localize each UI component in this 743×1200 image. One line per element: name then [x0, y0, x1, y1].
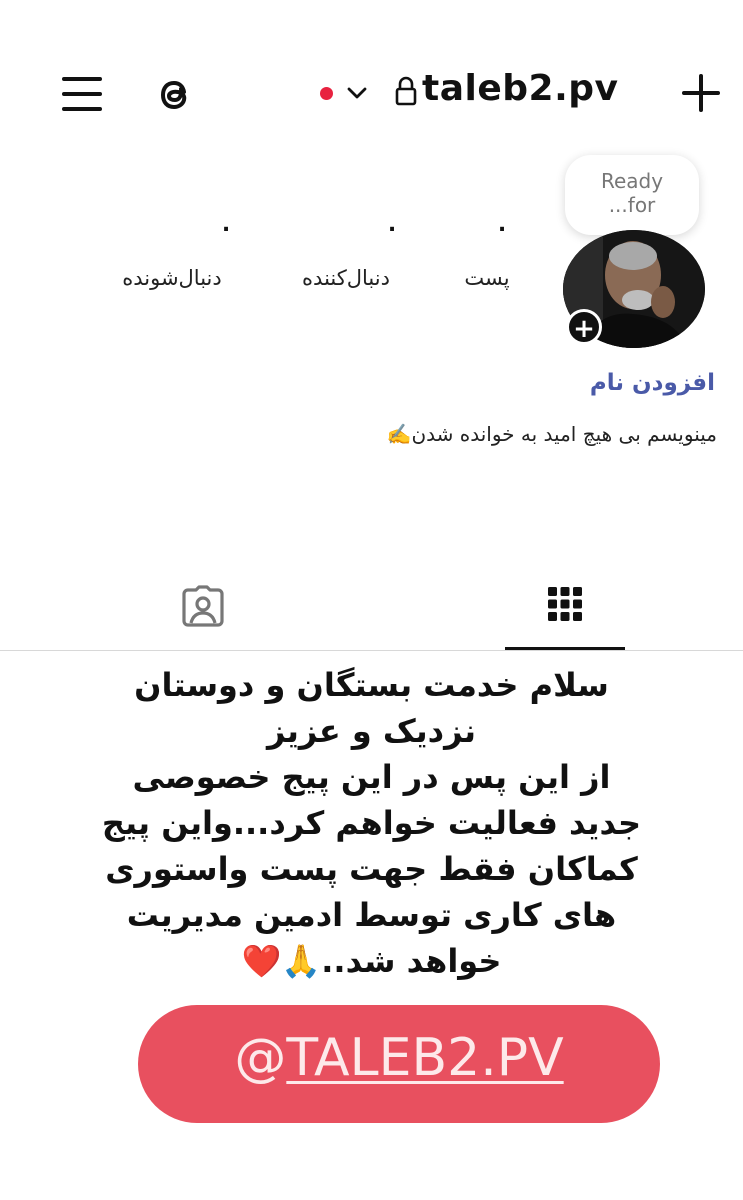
story-line: نزدیک و عزیز: [267, 712, 476, 750]
note-line-2: ...for: [608, 193, 656, 217]
following-label[interactable]: دنبال‌شونده: [108, 266, 236, 290]
lock-icon: [395, 74, 417, 108]
posts-count: .: [497, 212, 507, 237]
threads-icon[interactable]: [150, 70, 200, 120]
tagged-photos-icon[interactable]: [180, 585, 226, 627]
tab-divider: [0, 650, 743, 651]
followers-label[interactable]: دنبال‌کننده: [286, 266, 406, 290]
grid-icon[interactable]: [547, 586, 583, 622]
story-line: خواهد شد..🙏❤️: [241, 942, 502, 980]
story-line: سلام خدمت بستگان و دوستان: [134, 666, 609, 704]
link-handle: TALEB2.PV: [286, 1028, 564, 1088]
profile-bio: مینویسم بی هیچ امید به خوانده شدن✍️: [386, 422, 717, 446]
story-line: جدید فعالیت خواهم کرد...واین پیج: [101, 804, 642, 842]
note-bubble[interactable]: Ready ...for: [565, 155, 699, 235]
add-story-button[interactable]: +: [566, 309, 602, 345]
add-name-link[interactable]: افزودن نام: [590, 370, 715, 396]
account-username[interactable]: taleb2.pv: [422, 68, 619, 109]
plus-icon[interactable]: [680, 72, 722, 114]
story-line: از این پس در این پیج خصوصی: [132, 758, 611, 796]
menu-icon[interactable]: [62, 74, 104, 114]
story-line: کماکان فقط جهت پست واستوری: [105, 850, 638, 888]
posts-label[interactable]: پست: [455, 266, 519, 290]
active-tab-indicator: [505, 647, 625, 650]
followers-count: .: [387, 212, 397, 237]
story-text: سلام خدمت بستگان و دوستان نزدیک و عزیز ا…: [70, 662, 673, 984]
note-line-1: Ready: [600, 169, 664, 193]
story-line: های کاری توسط ادمین مدیریت: [126, 896, 617, 934]
link-sticker-text[interactable]: @TALEB2.PV: [138, 1028, 660, 1088]
chevron-down-icon[interactable]: [344, 80, 370, 106]
status-dot: [320, 87, 333, 100]
following-count: .: [221, 212, 231, 237]
link-at: @: [234, 1028, 287, 1088]
